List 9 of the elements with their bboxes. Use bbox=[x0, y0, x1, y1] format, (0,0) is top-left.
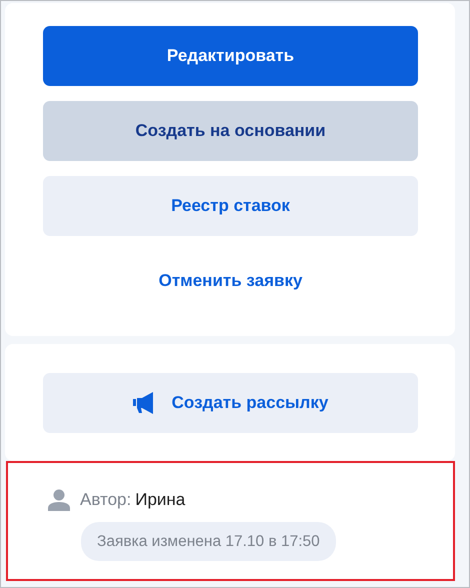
author-name: Ирина bbox=[135, 489, 186, 511]
edit-button[interactable]: Редактировать bbox=[43, 26, 418, 86]
action-button[interactable]: Создать рассылку bbox=[43, 373, 418, 433]
create-based-button[interactable]: Создать на основании bbox=[43, 101, 418, 161]
user-icon bbox=[48, 488, 70, 511]
modified-badge: Заявка изменена 17.10 в 17:50 bbox=[81, 522, 336, 561]
author-label: Автор: bbox=[80, 489, 132, 511]
cancel-link[interactable]: Отменить заявку bbox=[43, 251, 418, 311]
action-button[interactable]: Реестр ставок bbox=[43, 176, 418, 236]
